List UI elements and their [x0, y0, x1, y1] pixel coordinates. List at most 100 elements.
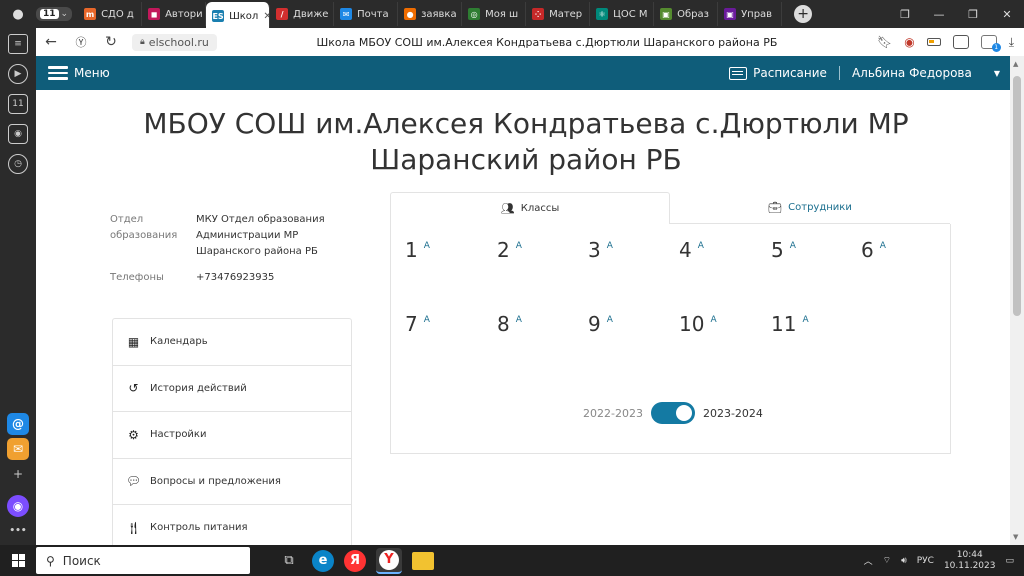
browser-tab[interactable]: m СДО д	[78, 2, 143, 26]
tab-title: Моя ш	[485, 8, 519, 20]
browser-tab[interactable]: ES Школ ✕	[206, 2, 271, 30]
browser-tab[interactable]: ◼ Автори	[142, 2, 207, 26]
side-menu-item[interactable]: ↺ История действий	[113, 366, 351, 412]
menu-button[interactable]: Меню	[48, 66, 110, 80]
side-menu-item[interactable]: ▦ Календарь	[113, 319, 351, 366]
volume-icon[interactable]: 🔊︎	[901, 556, 907, 566]
class-link[interactable]: 5А	[771, 238, 796, 262]
tab-title: Школ	[229, 10, 259, 22]
collections-icon[interactable]: ≡	[8, 34, 28, 54]
gear-icon: ⚙	[128, 427, 139, 442]
year-current-label[interactable]: 2023-2024	[703, 407, 763, 420]
back-button[interactable]: ←	[36, 34, 66, 50]
download-extension-icon[interactable]: 1	[980, 35, 1001, 52]
minimize-button[interactable]: —	[922, 8, 956, 21]
more-icon[interactable]: •••	[7, 520, 29, 542]
tab-title: Движе	[293, 8, 329, 20]
class-link[interactable]: 9А	[588, 312, 613, 336]
info-row-department: Отдел образования МКУ Отдел образования …	[110, 212, 350, 260]
class-letter: А	[802, 315, 809, 325]
tab-counter-button[interactable]: 11 ⌄	[36, 7, 73, 21]
browser-tab[interactable]: ● заявка	[398, 2, 463, 26]
taskbar-search[interactable]: ⚲ Поиск	[36, 547, 250, 574]
class-link[interactable]: 10 А	[679, 312, 717, 336]
tab-favicon-icon: /	[276, 8, 289, 20]
side-menu-item[interactable]: ⚙ Настройки	[113, 412, 351, 459]
reload-button[interactable]: ↻	[96, 34, 126, 50]
tab-favicon-icon: ⚛	[596, 8, 609, 20]
mail-app-icon[interactable]: @	[7, 413, 29, 435]
network-icon[interactable]: ⌔	[883, 555, 891, 566]
class-link[interactable]: 8А	[497, 312, 522, 336]
classes-panel: 👥︎ Классы 💼︎ Сотрудники 2022-2023 2023-2…	[390, 192, 951, 454]
chat-icon: 💬︎	[125, 474, 142, 489]
scroll-up-icon[interactable]: ▲	[1013, 60, 1018, 68]
side-menu-label: Календарь	[150, 336, 208, 348]
class-link[interactable]: 4А	[679, 238, 704, 262]
alice-icon[interactable]: ◉	[7, 495, 29, 517]
downloads-icon[interactable]: ⤓	[1009, 35, 1014, 50]
clock[interactable]: 10:44 10.11.2023	[944, 550, 996, 572]
new-tab-button[interactable]: +	[794, 5, 813, 23]
schedule-link[interactable]: Расписание	[729, 66, 840, 80]
start-button[interactable]	[0, 554, 36, 567]
page-scrollbar[interactable]: ▲ ▼	[1010, 56, 1024, 545]
class-link[interactable]: 1А	[405, 238, 430, 262]
edge-icon[interactable]: e	[312, 549, 334, 572]
notifications-icon[interactable]: ▭	[1005, 556, 1014, 566]
caret-down-icon[interactable]: ▼	[994, 69, 1000, 78]
year-switch: 2022-2023 2023-2024	[583, 402, 763, 424]
browser-tab[interactable]: ⚛ ЦОС М	[590, 2, 655, 26]
browser-tab[interactable]: ◎ Моя ш	[462, 2, 527, 26]
browser-tab[interactable]: ▣ Управ	[718, 2, 783, 26]
phone-value: +73476923935	[196, 272, 275, 283]
mail-envelope-icon[interactable]: ✉	[7, 438, 29, 460]
tab-classes-label: Классы	[520, 203, 560, 214]
browser-tab[interactable]: / Движе	[270, 2, 335, 26]
close-window-button[interactable]: ✕	[990, 8, 1024, 21]
year-toggle[interactable]	[650, 402, 695, 424]
restore-button[interactable]: ❐	[956, 8, 990, 21]
windows-taskbar: ⚲ Поиск ⧉ e Я Y ︿ ⌔ 🔊︎ РУС 10:44 10.11.2…	[0, 545, 1024, 576]
sidebar-apps: @ ✉ + ◉ •••	[0, 410, 36, 545]
tab-counter-icon[interactable]: 11	[8, 94, 28, 114]
play-icon[interactable]: ▶	[8, 64, 28, 84]
browser-tab[interactable]: ▣ Образ	[654, 2, 719, 26]
class-link[interactable]: 6А	[861, 238, 886, 262]
language-indicator[interactable]: РУС	[917, 556, 934, 566]
browser-tab[interactable]: ⁘ Матер	[526, 2, 591, 26]
class-link[interactable]: 7А	[405, 312, 430, 336]
extension-avatar-icon[interactable]: ◉	[904, 35, 914, 49]
side-menu-label: Вопросы и предложения	[150, 475, 281, 487]
yandex-icon[interactable]: Ⓨ	[66, 34, 96, 50]
class-link[interactable]: 3А	[588, 238, 613, 262]
bookmark-icon[interactable]: 🔖︎	[877, 35, 892, 49]
task-view-icon[interactable]: ⧉	[276, 548, 302, 574]
browser-tab[interactable]: ✉ Почта	[334, 2, 399, 26]
battery-icon[interactable]	[926, 38, 941, 46]
clock-icon[interactable]: ◷	[8, 154, 28, 174]
panel-tabs: 👥︎ Классы 💼︎ Сотрудники	[390, 192, 951, 224]
web-page: Меню Расписание Альбина Федорова ▼ МБОУ …	[36, 56, 1010, 545]
chevron-up-icon[interactable]: ︿	[864, 554, 873, 567]
yandex-active-icon[interactable]: Y	[376, 547, 402, 574]
tab-staff[interactable]: 💼︎ Сотрудники	[670, 192, 950, 224]
close-tab-icon[interactable]: ✕	[263, 11, 269, 22]
extensions-icon[interactable]	[952, 35, 969, 49]
tab-classes[interactable]: 👥︎ Классы	[390, 192, 670, 224]
url-field[interactable]: 🔒︎ elschool.ru	[132, 33, 217, 51]
file-explorer-icon[interactable]	[412, 551, 434, 570]
scroll-down-icon[interactable]: ▼	[1013, 533, 1018, 541]
tabs-icon[interactable]: ❐	[888, 8, 922, 21]
yandex-browser-icon[interactable]: Я	[344, 549, 366, 572]
add-app-icon[interactable]: +	[7, 463, 29, 485]
class-link[interactable]: 2А	[497, 238, 522, 262]
scrollbar-thumb[interactable]	[1013, 76, 1021, 316]
class-link[interactable]: 11 А	[771, 312, 809, 336]
camera-icon[interactable]: ◉	[8, 124, 28, 144]
profile-icon[interactable]: ●	[0, 7, 36, 22]
side-menu-item[interactable]: 🍴︎ Контроль питания	[113, 505, 351, 545]
side-menu-item[interactable]: 💬︎ Вопросы и предложения	[113, 459, 351, 505]
year-prev-label[interactable]: 2022-2023	[583, 407, 643, 420]
user-menu[interactable]: Альбина Федорова	[840, 66, 972, 80]
